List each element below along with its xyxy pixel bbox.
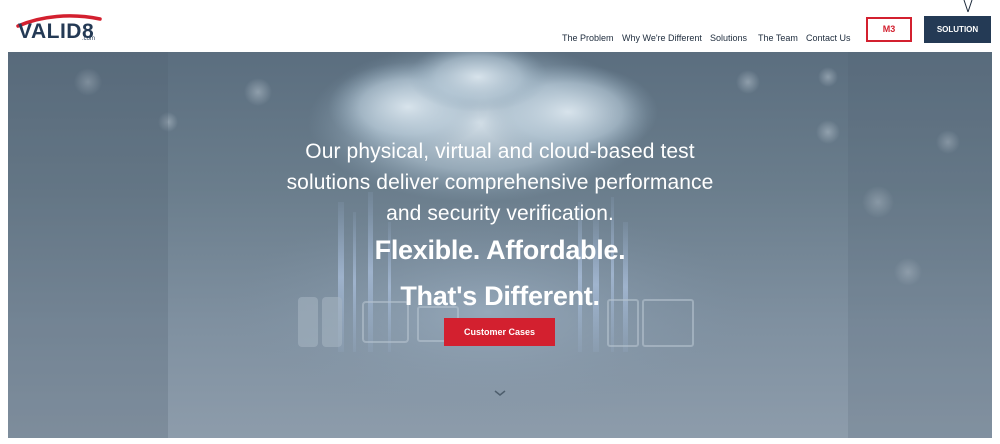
nav-why-different[interactable]: Why We're Different [622,32,702,44]
m3-button[interactable]: M3 [866,17,912,42]
marker-tick-icon [963,0,973,13]
nav-the-problem[interactable]: The Problem [562,32,614,44]
customer-cases-button[interactable]: Customer Cases [444,318,555,346]
hero-section: Our physical, virtual and cloud-based te… [8,52,992,438]
hero-intro-line-1: Our physical, virtual and cloud-based te… [305,140,695,163]
nav-contact-us[interactable]: Contact Us [806,32,851,44]
hero-intro: Our physical, virtual and cloud-based te… [8,136,992,229]
chevron-down-icon[interactable] [493,388,507,398]
main-nav: The Problem Why We're Different Solution… [0,32,1000,46]
hero-intro-line-2: solutions deliver comprehensive performa… [286,171,714,194]
hero-tagline-1: Flexible. Affordable. [374,235,626,265]
nav-the-team[interactable]: The Team [758,32,798,44]
hero-tagline-2: That's Different. [400,281,600,311]
hero-intro-line-3: and security verification. [386,202,614,225]
solution-button[interactable]: SOLUTION [924,16,991,43]
site-header: VALID8 .com The Problem Why We're Differ… [0,0,1000,52]
nav-solutions[interactable]: Solutions [710,32,747,44]
